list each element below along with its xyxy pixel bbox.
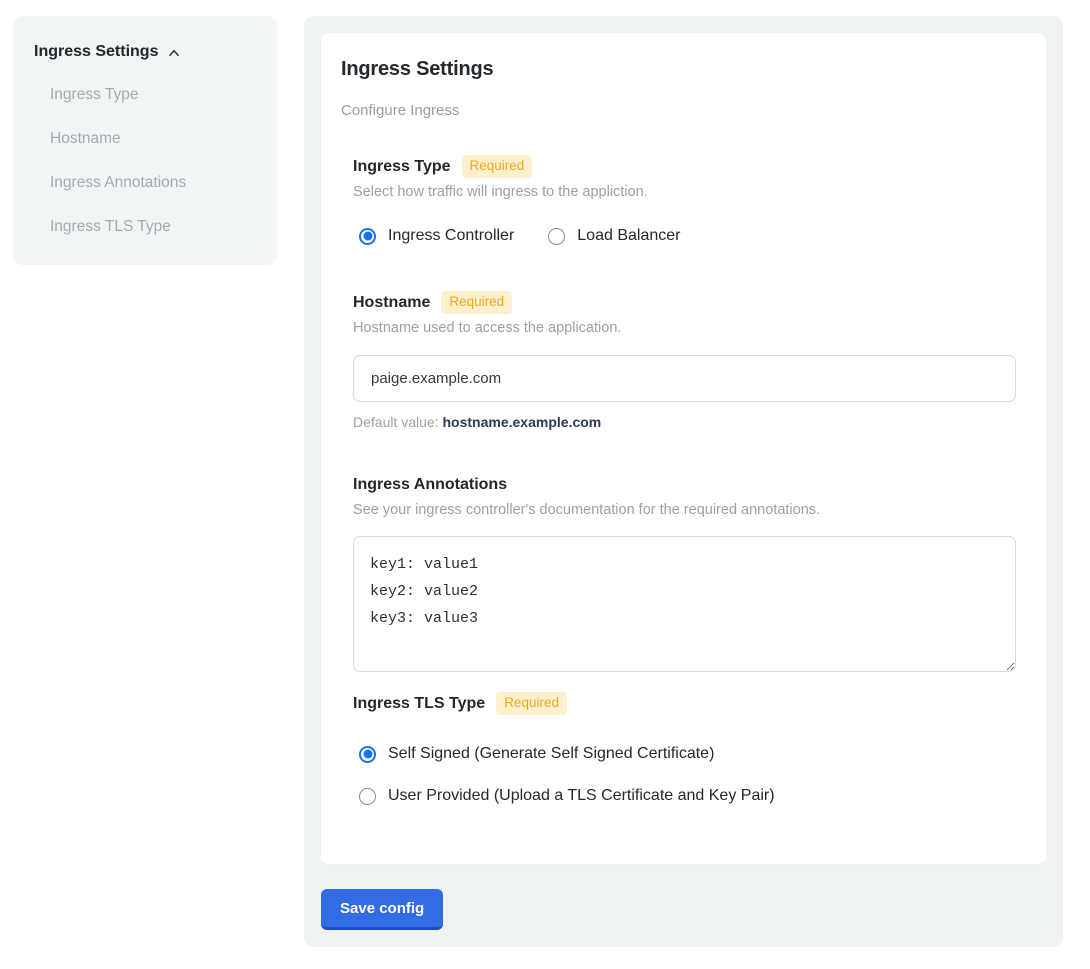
sidebar-item-list: Ingress Type Hostname Ingress Annotation… [50,86,257,236]
radio-label: Load Balancer [577,227,680,245]
radio-self-signed[interactable]: Self Signed (Generate Self Signed Certif… [359,745,714,763]
sidebar-item-ingress-annotations[interactable]: Ingress Annotations [50,174,257,192]
sidebar-group-label: Ingress Settings [34,43,158,61]
hostname-label: Hostname [353,292,430,314]
section-ingress-annotations: Ingress Annotations See your ingress con… [353,474,1016,672]
radio-ingress-controller[interactable]: Ingress Controller [359,227,514,245]
radio-selected-icon [359,746,376,763]
section-ingress-type: Ingress Type Required Select how traffic… [353,155,1016,245]
radio-label: Self Signed (Generate Self Signed Certif… [388,745,714,763]
ingress-annotations-textarea[interactable]: key1: value1 key2: value2 key3: value3 [353,536,1016,672]
sidebar-item-ingress-type[interactable]: Ingress Type [50,86,257,104]
required-badge: Required [462,155,533,178]
page-title: Ingress Settings [341,57,1016,81]
sidebar-item-hostname[interactable]: Hostname [50,130,257,148]
required-badge: Required [441,291,512,314]
config-panel: Ingress Settings Configure Ingress Ingre… [304,16,1063,947]
default-value-text: hostname.example.com [443,414,602,430]
sidebar-group-ingress-settings[interactable]: Ingress Settings [34,43,257,61]
config-card: Ingress Settings Configure Ingress Ingre… [321,33,1046,864]
chevron-up-icon [167,46,181,60]
ingress-annotations-label: Ingress Annotations [353,474,507,496]
radio-load-balancer[interactable]: Load Balancer [548,227,680,245]
page-subtitle: Configure Ingress [341,102,1016,120]
ingress-type-label: Ingress Type [353,156,451,178]
radio-label: User Provided (Upload a TLS Certificate … [388,787,775,805]
default-value-prefix: Default value: [353,414,443,430]
tls-option-self-signed-row: Self Signed (Generate Self Signed Certif… [359,745,1016,763]
radio-unselected-icon [548,228,565,245]
radio-selected-icon [359,228,376,245]
config-groups-sidebar: Ingress Settings Ingress Type Hostname I… [13,16,277,265]
hostname-input[interactable] [353,355,1016,402]
ingress-type-options: Ingress Controller Load Balancer [359,227,1016,245]
ingress-tls-type-label: Ingress TLS Type [353,693,485,715]
section-hostname: Hostname Required Hostname used to acces… [353,291,1016,431]
required-badge: Required [496,692,567,715]
hostname-default-value: Default value: hostname.example.com [353,414,1016,431]
save-config-button[interactable]: Save config [321,889,443,930]
radio-unselected-icon [359,788,376,805]
tls-option-user-provided-row: User Provided (Upload a TLS Certificate … [359,787,1016,805]
config-sections: Ingress Type Required Select how traffic… [353,155,1016,805]
hostname-description: Hostname used to access the application. [353,319,1016,337]
section-ingress-tls-type: Ingress TLS Type Required Self Signed (G… [353,692,1016,805]
sidebar-item-ingress-tls-type[interactable]: Ingress TLS Type [50,218,257,236]
ingress-type-description: Select how traffic will ingress to the a… [353,183,1016,201]
ingress-annotations-description: See your ingress controller's documentat… [353,501,1016,519]
radio-user-provided[interactable]: User Provided (Upload a TLS Certificate … [359,787,775,805]
radio-label: Ingress Controller [388,227,514,245]
